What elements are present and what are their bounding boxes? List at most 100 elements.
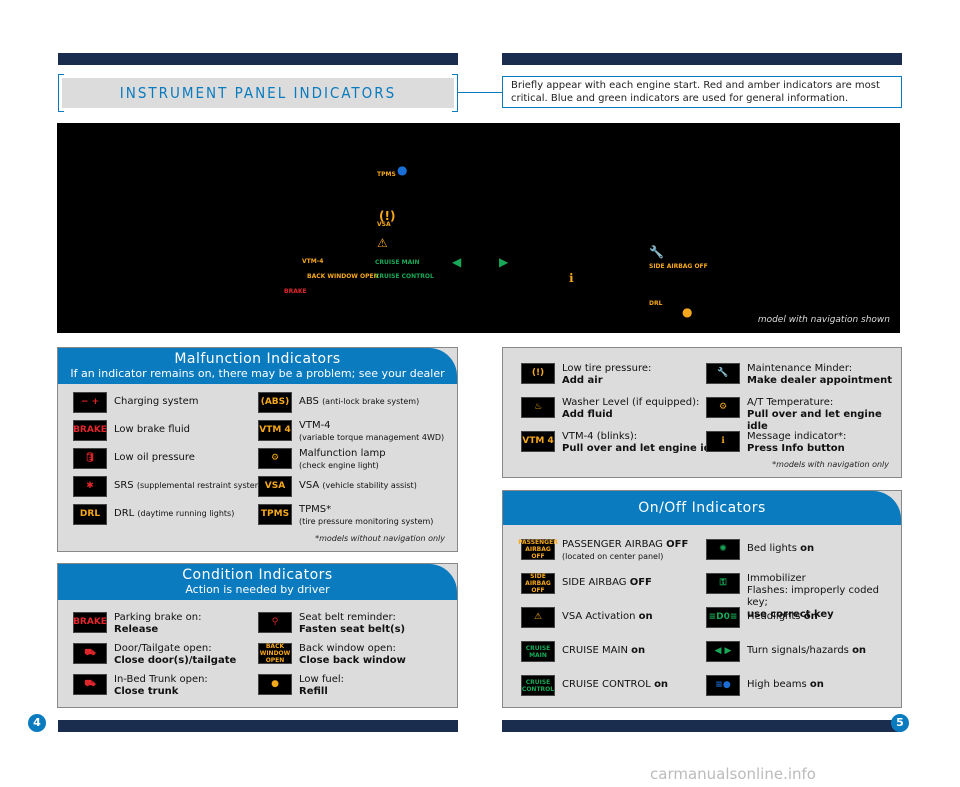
- dashboard-label: TPMS: [377, 171, 396, 178]
- indicator-text: Headlights: [747, 611, 804, 622]
- indicator-text: (vehicle stability assist): [322, 481, 417, 490]
- indicator-item: (!) Low tire pressure: Add air: [521, 363, 651, 387]
- indicator-item: BRAKE Parking brake on: Release: [73, 612, 201, 636]
- indicator-text: (anti-lock brake system): [322, 397, 420, 406]
- indicator-item: CRUISE CONTROL CRUISE CONTROL on: [521, 675, 668, 696]
- indicator-text: Low fuel:: [299, 674, 345, 685]
- indicator-text: Pull over and let engine idle: [747, 409, 882, 432]
- malfunction-header: Malfunction Indicators If an indicator r…: [58, 348, 457, 384]
- tire-pressure-icon: (!): [521, 363, 555, 384]
- info-icon: ℹ: [706, 431, 740, 452]
- indicator-item: SIDE AIRBAG OFF SIDE AIRBAG OFF: [521, 573, 652, 594]
- indicator-text: High beams: [747, 679, 810, 690]
- indicator-item: ⛟ In-Bed Trunk open: Close trunk: [73, 674, 208, 698]
- top-bar-right: [502, 53, 902, 65]
- turn-signals-icon: ◀ ▶: [706, 641, 740, 662]
- indicator-item: CRUISE MAIN CRUISE MAIN on: [521, 641, 645, 662]
- info-icon: ℹ: [569, 271, 574, 285]
- vtm4-icon: VTM 4: [258, 420, 292, 441]
- indicator-text: (supplemental restraint system): [136, 481, 266, 490]
- left-arrow-icon: ◀: [452, 255, 462, 269]
- indicator-text: ABS: [299, 396, 319, 407]
- headlights-icon: ≡D0≡: [706, 607, 740, 628]
- cruise-main-icon: CRUISE MAIN: [521, 641, 555, 662]
- indicator-text: Make dealer appointment: [747, 375, 893, 386]
- footnote: *models without navigation only: [315, 534, 445, 543]
- intro-note: Briefly appear with each engine start. R…: [502, 76, 902, 108]
- vtm4-icon: VTM 4: [521, 431, 555, 452]
- low-fuel-icon: ●: [258, 674, 292, 695]
- dashboard-label: BRAKE: [284, 288, 307, 295]
- abs-icon: (ABS): [258, 392, 292, 413]
- washer-icon: ♨: [521, 397, 555, 418]
- indicator-text: Release: [114, 624, 159, 635]
- bed-lights-icon: ✺: [706, 539, 740, 560]
- indicator-text: on: [852, 645, 867, 656]
- wrench-icon: 🔧: [649, 245, 664, 259]
- indicator-item: VTM 4 VTM-4 (blinks): Pull over and let en…: [521, 431, 721, 455]
- indicator-text: (located on center panel): [562, 552, 664, 561]
- high-beams-icon: ≡●: [706, 675, 740, 696]
- door-open-icon: ⛟: [73, 643, 107, 664]
- condition-header: Condition Indicators Action is needed by…: [58, 564, 457, 600]
- indicator-item: VTM 4 VTM-4 (variable torque management 4…: [258, 420, 444, 444]
- immobilizer-key-icon: ⚿: [706, 573, 740, 594]
- indicator-text: In-Bed Trunk open:: [114, 674, 208, 685]
- dashboard-label: VTM-4: [302, 258, 324, 265]
- indicator-item: ✱ SRS (supplemental restraint system): [73, 476, 266, 497]
- indicator-item: ℹ Message indicator*: Press Info button: [706, 431, 846, 455]
- indicator-text: Close trunk: [114, 686, 179, 697]
- indicator-text: on: [638, 611, 653, 622]
- page-number-left: 4: [28, 714, 46, 732]
- indicator-text: Door/Tailgate open:: [114, 643, 212, 654]
- low-fuel-icon: ●: [682, 305, 693, 319]
- indicator-text: A/T Temperature:: [747, 397, 834, 408]
- indicator-text: Maintenance Minder:: [747, 363, 853, 374]
- side-airbag-off-icon: SIDE AIRBAG OFF: [521, 573, 555, 594]
- indicator-item: VSA VSA (vehicle stability assist): [258, 476, 417, 497]
- bottom-bar-right: [502, 720, 902, 732]
- high-beams-icon: ●: [397, 163, 408, 177]
- onoff-header: On/Off Indicators: [503, 491, 901, 525]
- connector-line: [458, 92, 502, 93]
- srs-airbag-icon: ✱: [73, 476, 107, 497]
- oil-can-icon: 🛢: [73, 448, 107, 469]
- check-engine-icon: ⚙: [258, 448, 292, 469]
- indicator-text: on: [800, 543, 815, 554]
- page-title: INSTRUMENT PANEL INDICATORS: [62, 78, 454, 108]
- indicator-text: on: [654, 679, 669, 690]
- malfunction-section: Malfunction Indicators If an indicator r…: [57, 347, 458, 552]
- indicator-text: Immobilizer: [747, 573, 806, 584]
- cruise-control-icon: CRUISE CONTROL: [521, 675, 555, 696]
- indicator-text: on: [809, 679, 824, 690]
- wrench-icon: 🔧: [706, 363, 740, 384]
- indicator-text: OFF: [629, 577, 652, 588]
- indicator-item: ⚙ Malfunction lamp (check engine light): [258, 448, 386, 472]
- dashboard-label: CRUISE CONTROL: [375, 273, 434, 280]
- indicator-item: − + Charging system: [73, 392, 199, 413]
- indicator-item: ≡D0≡ Headlights on: [706, 607, 818, 628]
- indicator-text: DRL: [114, 508, 135, 519]
- dashboard-caption: model with navigation shown: [757, 315, 890, 325]
- indicator-text: VTM-4 (blinks):: [562, 431, 638, 442]
- indicator-item: PASSENGER AIRBAG OFF PASSENGER AIRBAG OFF…: [518, 539, 688, 563]
- page-number-right: 5: [891, 714, 909, 732]
- instrument-panel-image: model with navigation shown TPMS VSA VTM-4…: [57, 123, 900, 333]
- warning-triangle-icon: ⚠: [521, 607, 555, 628]
- indicator-text: VSA Activation: [562, 611, 639, 622]
- indicator-text: Malfunction lamp: [299, 448, 386, 459]
- indicator-item: 🔧 Maintenance Minder: Make dealer appointm…: [706, 363, 892, 387]
- indicator-text: Seat belt reminder:: [299, 612, 396, 623]
- indicator-text: Refill: [299, 686, 328, 697]
- indicator-item: ⚲ Seat belt reminder: Fasten seat belt(s): [258, 612, 405, 636]
- indicator-item: ♨ Washer Level (if equipped): Add fluid: [521, 397, 699, 421]
- passenger-airbag-off-icon: PASSENGER AIRBAG OFF: [518, 539, 558, 560]
- info-section: (!) Low tire pressure: Add air 🔧 Maintenance…: [502, 347, 902, 478]
- indicator-text: Low brake fluid: [114, 424, 190, 435]
- indicator-item: 🛢 Low oil pressure: [73, 448, 195, 469]
- indicator-text: (variable torque management 4WD): [299, 433, 445, 442]
- indicator-item: ◀ ▶ Turn signals/hazards on: [706, 641, 866, 662]
- indicator-text: Pull over and let engine idle: [562, 443, 722, 454]
- indicator-text: (tire pressure monitoring system): [299, 517, 434, 526]
- indicator-text: VSA: [299, 480, 320, 491]
